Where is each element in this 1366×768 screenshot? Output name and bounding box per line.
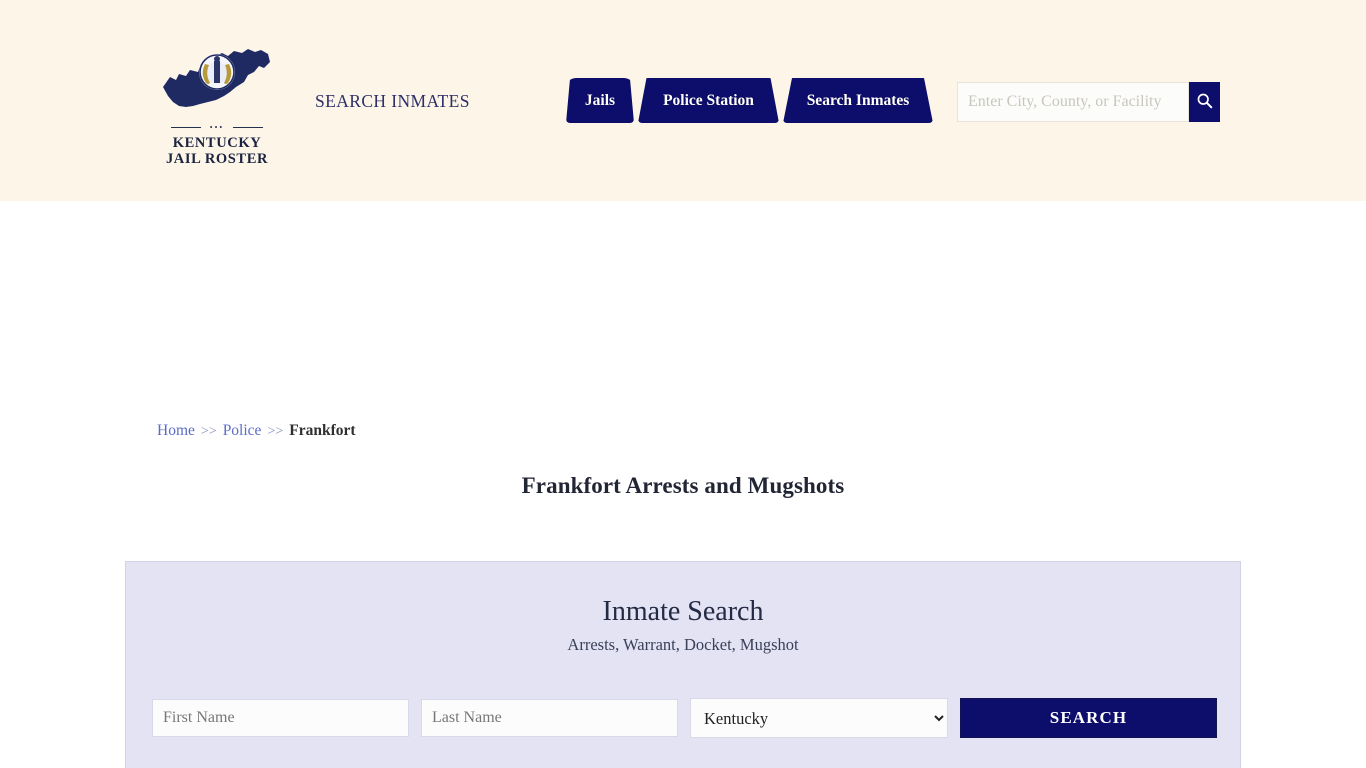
nav-search-inmates-button[interactable]: Search Inmates <box>783 78 933 123</box>
inmate-search-form: Kentucky SEARCH <box>152 698 1217 738</box>
logo-divider: ••• <box>171 123 263 132</box>
inmate-search-panel: Inmate Search Arrests, Warrant, Docket, … <box>125 561 1241 768</box>
breadcrumb-separator-1: >> <box>201 424 217 439</box>
panel-subtitle: Arrests, Warrant, Docket, Mugshot <box>126 635 1240 655</box>
breadcrumb-current: Frankfort <box>289 422 355 439</box>
logo-text-line1: KENTUCKY <box>157 135 277 151</box>
page-title: Frankfort Arrests and Mugshots <box>0 473 1366 499</box>
state-select[interactable]: Kentucky <box>690 698 948 738</box>
panel-title: Inmate Search <box>126 596 1240 628</box>
kentucky-map-icon <box>157 44 277 118</box>
nav-jails-button[interactable]: Jails <box>566 78 634 123</box>
nav-police-station-button[interactable]: Police Station <box>638 78 779 123</box>
breadcrumb: Home >> Police >> Frankfort <box>157 422 356 440</box>
first-name-input[interactable] <box>152 699 409 737</box>
breadcrumb-police[interactable]: Police <box>223 422 262 439</box>
search-submit-button[interactable]: SEARCH <box>960 698 1217 738</box>
header-tagline: SEARCH INMATES <box>315 91 470 112</box>
logo-text-line2: JAIL ROSTER <box>157 151 277 167</box>
header-search <box>957 82 1220 122</box>
last-name-input[interactable] <box>421 699 678 737</box>
site-header: ••• KENTUCKY JAIL ROSTER SEARCH INMATES … <box>0 0 1366 201</box>
breadcrumb-separator-2: >> <box>267 424 283 439</box>
site-logo[interactable]: ••• KENTUCKY JAIL ROSTER <box>157 44 277 167</box>
primary-nav: Jails Police Station Search Inmates <box>566 78 937 123</box>
header-search-input[interactable] <box>957 82 1189 122</box>
breadcrumb-home[interactable]: Home <box>157 422 195 439</box>
logo-dots-icon: ••• <box>210 125 224 130</box>
search-icon <box>1196 92 1213 112</box>
header-search-button[interactable] <box>1189 82 1220 122</box>
